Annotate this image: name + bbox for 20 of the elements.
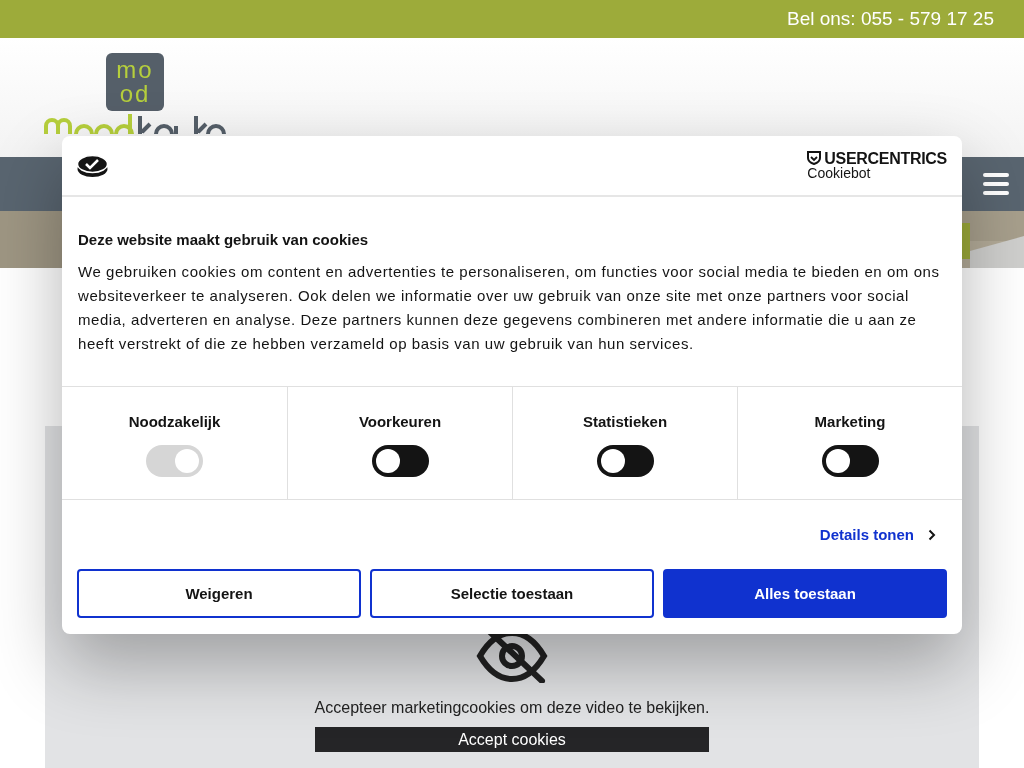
dialog-description: We gebruiken cookies om content en advertenties te personaliseren, om functies voor social media te bieden en om ons websiteverkeer te analyseren. Ook delen we informatie over uw gebruik van onze site met onze partners voor social media, adverteren en analyse. Deze partners kunnen deze gegevens combineren met andere informatie die u aan ze heeft verstrekt of die ze hebben verzameld op basis van uw gebruik van hun services.	[78, 262, 941, 354]
toggle-switch[interactable]	[596, 445, 654, 477]
menu-icon[interactable]	[983, 173, 1009, 195]
cookie-consent-icon	[77, 153, 108, 178]
toggle-switch[interactable]	[371, 445, 429, 477]
video-consent-message: Accepteer marketingcookies om deze video te bekijken.	[314, 699, 710, 717]
logo-mark: mo od	[106, 53, 164, 111]
toggle-switch[interactable]	[821, 445, 879, 477]
cookiebot-logo: USERCENTRICS Cookiebot	[807, 150, 947, 181]
consent-button[interactable]: Selectie toestaan	[370, 569, 654, 618]
details-link[interactable]: Details tonen	[819, 526, 914, 543]
allow-all-button[interactable]: Alles toestaan	[663, 569, 947, 618]
category-label: Marketing	[814, 413, 886, 430]
consent-button[interactable]: Weigeren	[77, 569, 361, 618]
dialog-title: Deze website maakt gebruik van cookies	[78, 231, 370, 248]
category-label: Statistieken	[582, 413, 668, 430]
accept-cookies-button[interactable]: Accept cookies	[315, 727, 709, 752]
category-label: Noodzakelijk	[128, 413, 221, 430]
category-label: Voorkeuren	[358, 413, 442, 430]
chevron-right-icon	[928, 528, 936, 541]
